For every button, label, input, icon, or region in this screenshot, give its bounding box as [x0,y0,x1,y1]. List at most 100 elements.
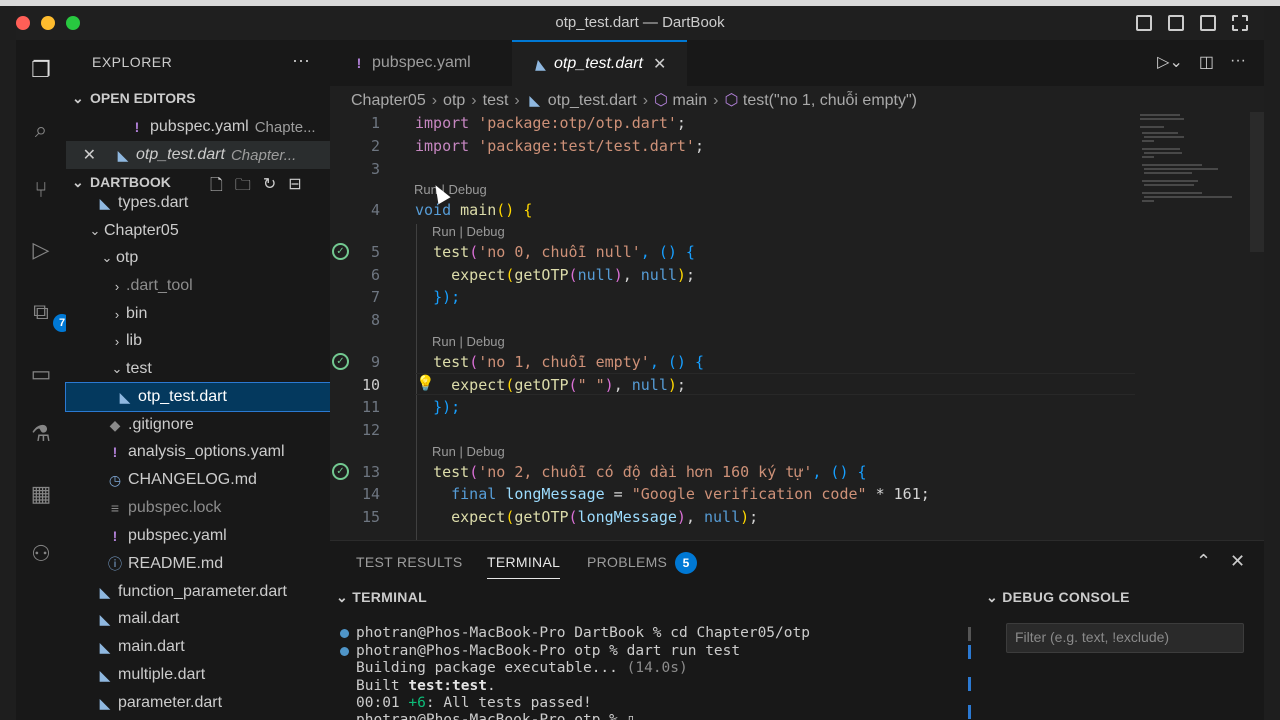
close-tab-icon[interactable]: ✕ [653,54,666,74]
docker-icon[interactable]: ▦ [25,478,57,510]
problems-badge: 5 [675,552,697,574]
editor-tabs: ! pubspec.yaml ◣ otp_test.dart ✕ ▷⌄ ◫ ··… [330,40,1264,86]
open-editor-item[interactable]: ! pubspec.yaml Chapte... [66,113,330,141]
tab-pubspec-yaml[interactable]: ! pubspec.yaml [330,40,512,86]
run-debug-icon[interactable]: ▷ [25,234,57,266]
breadcrumb-item[interactable]: otp [443,92,465,109]
test-passed-icon[interactable]: ✓ [332,353,349,370]
file-tree-item[interactable]: ⌄ Chapter05 [66,217,330,245]
file-tree-item[interactable]: ◣ multiple.dart [66,661,330,689]
folder-name: test [126,360,152,377]
breadcrumb-item[interactable]: otp_test.dart [548,92,637,109]
codelens-run-debug[interactable]: Run | Debug [414,182,487,197]
lock-file-icon: ≡ [110,500,120,516]
customize-layout-icon[interactable] [1232,15,1248,31]
tab-problems[interactable]: PROBLEMS [587,554,667,570]
open-editors-label: OPEN EDITORS [90,90,196,106]
close-panel-icon[interactable]: ✕ [1230,551,1245,572]
terminal-section-header[interactable]: ⌄ TERMINAL [336,589,427,606]
chevron-right-icon: › [713,92,719,109]
search-icon[interactable]: ⌕ [25,114,57,146]
codelens-run-debug[interactable]: Run | Debug [432,224,505,239]
toggle-secondary-sidebar-icon[interactable] [1200,15,1216,31]
file-name: main.dart [118,638,185,655]
tab-test-results[interactable]: TEST RESULTS [356,554,463,570]
source-control-icon[interactable]: ⑂ [25,174,57,206]
more-actions-icon[interactable]: ··· [292,50,310,71]
file-tree-item-selected[interactable]: ◣ otp_test.dart [65,382,331,412]
file-tree-item[interactable]: › bin [66,300,330,328]
dart-file-icon: ◣ [529,92,541,108]
file-tree-item[interactable]: ⌄ test [66,355,330,383]
split-editor-icon[interactable]: ◫ [1199,52,1214,72]
method-icon: ⬡ [654,92,673,109]
terminal-line: 00:01 +6: All tests passed! [356,695,592,711]
line-number: 7 [370,288,380,306]
breadcrumb-item[interactable]: test [483,92,509,109]
test-passed-icon[interactable]: ✓ [332,463,349,480]
breadcrumb: Chapter05 › otp › test › ◣ otp_test.dart › ⬡ main… [351,90,917,110]
explorer-icon[interactable]: ❐ [25,54,57,86]
file-tree-item[interactable]: ◣ parameter.dart [66,689,330,717]
toggle-panel-icon[interactable] [1168,15,1184,31]
code-editor[interactable]: 1 2 3 4 5 6 7 8 9 10 11 12 13 14 15 ✓ ✓ … [330,112,1264,540]
line-number: 8 [370,311,380,329]
breadcrumb-item[interactable]: Chapter05 [351,92,426,109]
run-dropdown-icon[interactable]: ▷⌄ [1157,52,1183,72]
close-icon[interactable]: ✕ [66,145,100,165]
chevron-right-icon: › [114,278,120,294]
open-editor-item[interactable]: ✕ ◣ otp_test.dart Chapter... [66,141,330,169]
test-passed-icon[interactable]: ✓ [332,243,349,260]
line-number: 1 [370,114,380,132]
file-tree-item[interactable]: ◣ function_parameter.dart [66,578,330,606]
window-title: otp_test.dart — DartBook [555,14,725,31]
dart-file-icon: ◣ [99,583,111,600]
file-tree-item[interactable]: › lib [66,327,330,355]
minimap[interactable] [1140,112,1250,212]
codelens-run-debug[interactable]: Run | Debug [432,334,505,349]
line-number: 11 [361,398,380,416]
file-tree-item[interactable]: ⓘ README.md [66,550,330,578]
file-tree-item[interactable]: ! pubspec.yaml [66,522,330,550]
file-tree-item[interactable]: ⌄ otp [66,244,330,272]
chevron-down-icon: ⌄ [72,90,84,106]
line-number: 2 [370,137,380,155]
toggle-sidebar-icon[interactable] [1136,15,1152,31]
file-tree-item[interactable]: ◣ types.dart [66,189,330,217]
tab-terminal[interactable]: TERMINAL [487,554,561,579]
maximize-panel-icon[interactable]: ⌃ [1196,551,1211,572]
breadcrumb-item[interactable]: test("no 1, chuỗi empty") [743,92,917,109]
open-editor-name: pubspec.yaml [150,118,249,135]
file-tree-item[interactable]: ! analysis_options.yaml [66,438,330,466]
command-decoration-icon[interactable] [340,629,349,638]
debug-console-header[interactable]: ⌄ DEBUG CONSOLE [986,589,1130,606]
open-editor-name: otp_test.dart [136,146,225,163]
dart-file-icon: ◣ [99,610,111,627]
code-line: void main() { [415,201,533,219]
editor-scrollbar[interactable] [1250,112,1264,252]
file-tree-item[interactable]: ◷ CHANGELOG.md [66,466,330,494]
tab-otp-test-dart[interactable]: ◣ otp_test.dart ✕ [512,40,687,86]
tab-label: pubspec.yaml [372,54,471,71]
file-name: CHANGELOG.md [128,471,257,488]
debug-filter-input[interactable]: Filter (e.g. text, !exclude) [1006,623,1244,653]
command-decoration-icon[interactable] [340,647,349,656]
breadcrumb-item[interactable]: main [672,92,707,109]
file-tree-item[interactable]: ◣ mail.dart [66,605,330,633]
open-editor-desc: Chapter... [230,146,297,164]
file-tree-item[interactable]: ◆ .gitignore [66,411,330,439]
python-icon[interactable]: ⚇ [25,538,57,570]
more-actions-icon[interactable]: ··· [1230,52,1246,72]
testing-icon[interactable]: ⚗ [25,418,57,450]
line-number: 4 [370,201,380,219]
remote-explorer-icon[interactable]: ▭ [25,358,57,390]
file-tree-item[interactable]: › .dart_tool [66,272,330,300]
chevron-right-icon: › [431,92,438,109]
open-editors-section[interactable]: ⌄ OPEN EDITORS [72,90,196,107]
codelens-run-debug[interactable]: Run | Debug [432,444,505,459]
code-line: }); [433,398,461,416]
file-tree-item[interactable]: ≡ pubspec.lock [66,494,330,522]
dart-file-icon: ◣ [535,55,547,72]
file-name: parameter.dart [118,694,223,711]
file-tree-item[interactable]: ◣ main.dart [66,633,330,661]
